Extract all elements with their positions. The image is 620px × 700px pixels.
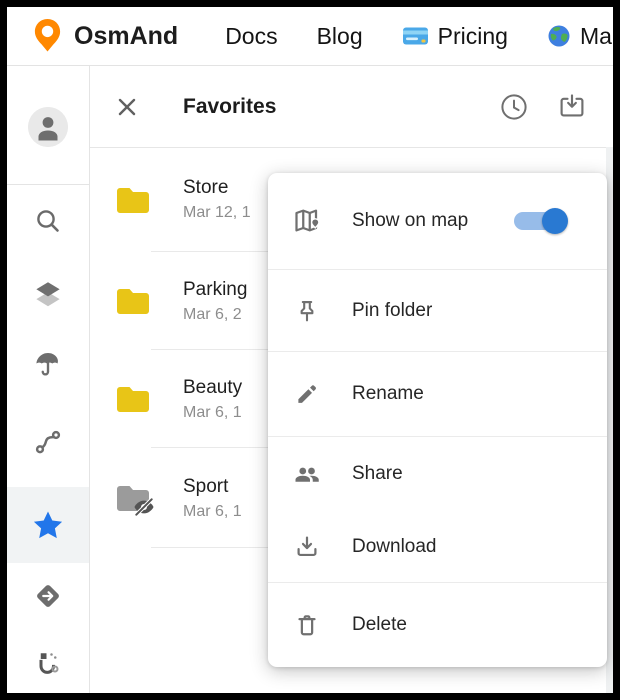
person-icon (28, 107, 68, 147)
menu-item-label: Download (352, 536, 590, 558)
menu-item-share[interactable]: Share (268, 437, 607, 510)
globe-icon (547, 24, 571, 48)
menu-item-label: Pin folder (352, 300, 590, 322)
trash-icon (292, 610, 322, 640)
umbrella-icon (33, 349, 63, 379)
sidebar-item-tracks[interactable] (7, 404, 89, 480)
menu-item-label: Rename (352, 383, 590, 405)
folder-date: Mar 12, 1 (183, 201, 251, 224)
star-icon (31, 509, 65, 542)
sidebar-item-search[interactable] (7, 183, 89, 259)
credit-card-icon (402, 26, 429, 46)
content-area: Favorites (7, 66, 613, 693)
menu-section: Share Download (268, 437, 607, 583)
people-icon (292, 459, 322, 489)
track-route-icon (33, 427, 63, 457)
menu-item-label: Show on map (352, 210, 512, 232)
app-window: OsmAnd Docs Blog Pricing (7, 7, 613, 693)
top-navbar: OsmAnd Docs Blog Pricing (7, 7, 613, 66)
folder-date: Mar 6, 1 (183, 401, 242, 424)
panel-title: Favorites (183, 95, 276, 119)
sidebar-item-weather[interactable] (7, 326, 89, 402)
menu-item-download[interactable]: Download (268, 510, 607, 583)
eye-off-icon (133, 496, 155, 518)
layers-icon (33, 279, 63, 309)
menu-section: Pin folder (268, 270, 607, 352)
menu-item-label: Share (352, 463, 590, 485)
show-on-map-toggle[interactable] (512, 208, 568, 234)
close-icon[interactable] (113, 93, 141, 121)
osmand-logo-icon[interactable] (31, 18, 64, 54)
nav-link-docs[interactable]: Docs (225, 23, 277, 50)
menu-item-pin-folder[interactable]: Pin folder (268, 270, 607, 351)
folder-icon (115, 383, 151, 415)
sidebar-item-map-layers[interactable] (7, 256, 89, 332)
folder-name: Beauty (183, 375, 242, 401)
nav-link-pricing-label: Pricing (438, 23, 508, 50)
scrollbar-track[interactable] (606, 147, 613, 693)
left-sidebar (7, 66, 90, 693)
brand-name[interactable]: OsmAnd (74, 22, 178, 51)
folder-name: Store (183, 175, 251, 201)
search-icon (33, 206, 63, 236)
hidden-folder-icon (115, 482, 151, 514)
menu-section: Rename (268, 352, 607, 437)
nav-link-pricing[interactable]: Pricing (402, 23, 508, 50)
nav-link-map-label: Map (580, 23, 613, 50)
menu-item-label: Delete (352, 614, 590, 636)
directions-icon (32, 580, 64, 612)
recent-history-icon[interactable] (499, 92, 529, 122)
nav-link-docs-label: Docs (225, 23, 277, 50)
folder-date: Mar 6, 1 (183, 500, 242, 523)
nav-link-blog-label: Blog (317, 23, 363, 50)
import-file-icon[interactable] (557, 92, 587, 122)
menu-item-show-on-map[interactable]: Show on map (268, 173, 607, 269)
push-pin-icon (292, 296, 322, 326)
folder-icon (115, 184, 151, 216)
panel-header: Favorites (90, 66, 613, 148)
folder-context-menu: Show on map (268, 173, 607, 667)
folder-icon (115, 285, 151, 317)
nav-link-blog[interactable]: Blog (317, 23, 363, 50)
account-avatar[interactable] (28, 107, 68, 147)
map-pin-icon (292, 206, 322, 236)
sidebar-item-navigation[interactable] (7, 558, 89, 634)
menu-section: Delete (268, 583, 607, 667)
sidebar-item-favorites[interactable] (7, 487, 89, 563)
sidebar-item-plan-route[interactable] (7, 632, 89, 693)
folder-name: Sport (183, 474, 242, 500)
favorites-panel: Favorites (90, 66, 613, 693)
plan-route-icon (33, 648, 63, 678)
toggle-thumb (542, 208, 568, 234)
folder-date: Mar 6, 2 (183, 303, 247, 326)
nav-link-map[interactable]: Map (547, 23, 613, 50)
folder-name: Parking (183, 277, 247, 303)
menu-section: Show on map (268, 173, 607, 270)
pencil-icon (292, 379, 322, 409)
menu-item-delete[interactable]: Delete (268, 583, 607, 667)
download-icon (292, 532, 322, 562)
menu-item-rename[interactable]: Rename (268, 352, 607, 436)
